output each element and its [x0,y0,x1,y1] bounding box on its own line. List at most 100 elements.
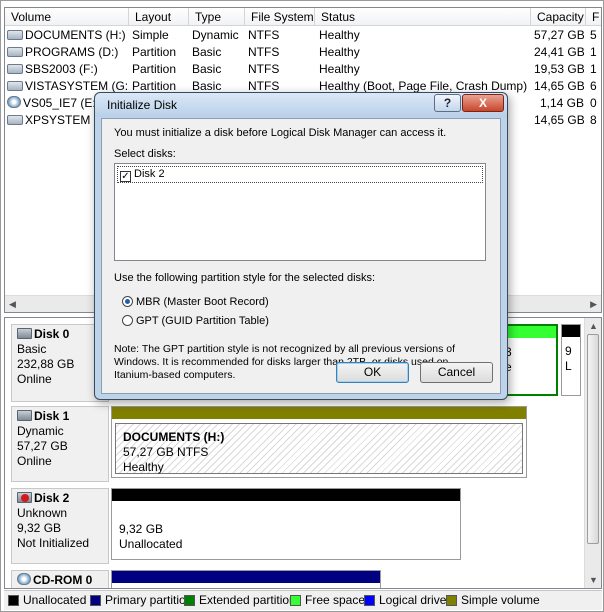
scrollbar-thumb[interactable] [587,334,599,544]
volume-name: DOCUMENTS (H:) [7,27,127,44]
disk-kind: Dynamic [17,424,64,438]
documents-volume[interactable]: DOCUMENTS (H:) 57,27 GB NTFS Healthy [111,406,527,478]
documents-volume-body: DOCUMENTS (H:) 57,27 GB NTFS Healthy [115,423,523,474]
disk-0-primary-partition[interactable]: 9 L [561,324,581,396]
gpt-option-label: GPT (GUID Partition Table) [136,315,269,327]
disk-select-list[interactable]: ✓ Disk 2 [114,163,486,261]
disk-2-unallocated[interactable]: 9,32 GB Unallocated [111,488,461,560]
volume-row[interactable]: SBS2003 (F:) Partition Basic NTFS Health… [5,61,601,78]
legend-swatch [8,595,19,606]
initialize-disk-dialog: Initialize Disk ? X You must initialize … [94,92,508,400]
dialog-title: Initialize Disk [107,98,178,112]
volume-icon [7,64,23,74]
legend-item-extended-partition: Extended partition [184,594,296,607]
cdrom-0-label[interactable]: CD-ROM 0 [11,570,109,588]
ok-button[interactable]: OK [336,362,409,383]
disk-view-vertical-scrollbar[interactable]: ▲ ▼ [584,318,601,588]
cdrom-0-title: CD-ROM 0 [17,573,108,588]
volume-capacity: 24,41 GB [534,45,584,59]
column-header-file-system[interactable]: File System [245,8,315,26]
partition-text-fragment: 9 [565,344,572,358]
select-disks-label: Select disks: [114,148,176,160]
dialog-titlebar[interactable]: Initialize Disk ? X [95,93,507,117]
column-header-layout[interactable]: Layout [129,8,189,26]
legend-label: Logical drive [379,593,447,607]
partition-text-fragment: e [505,360,512,374]
scroll-right-arrow-icon[interactable]: ▶ [590,299,597,310]
volume-row[interactable]: PROGRAMS (D:) Partition Basic NTFS Healt… [5,44,601,61]
legend-label: Free space [305,593,366,607]
disk-state: Not Initialized [17,536,90,550]
cancel-button[interactable]: Cancel [420,362,493,383]
legend-label: Unallocated [23,593,87,607]
disk-size: 57,27 GB [17,439,68,453]
close-button[interactable]: X [462,94,504,112]
volume-name: SBS2003 (F:) [7,61,127,78]
disk-kind: Unknown [17,506,68,520]
disk-icon [17,410,32,421]
volume-layout: Partition [132,45,177,59]
radio-unselected-icon[interactable] [122,315,133,326]
mbr-option[interactable]: MBR (Master Boot Record) [122,295,269,309]
radio-selected-icon[interactable] [122,296,133,307]
volume-type: Basic [192,45,222,59]
dialog-intro-text: You must initialize a disk before Logica… [114,127,447,139]
partition-status: Unallocated [119,537,183,551]
volume-capacity: 14,65 GB [534,79,584,93]
legend-label: Simple volume [461,593,540,607]
disk-name: Disk 0 [34,327,70,341]
partition-text: 3 e [503,339,556,394]
partition-text-fragment: 3 [505,345,512,359]
volume-file-system: NTFS [248,45,280,59]
disk-management-window: Volume Layout Type File System Status Ca… [0,0,604,612]
column-header-free[interactable]: F [586,8,601,26]
volume-status: Healthy [319,62,360,76]
legend-item-free-space: Free space [290,594,365,607]
disk-select-item[interactable]: ✓ Disk 2 [117,166,483,183]
partition-size: 9,32 GB [119,522,164,536]
column-header-status[interactable]: Status [315,8,531,26]
primary-partition-bar [112,571,380,583]
disk-2-title: Disk 2 [17,491,108,506]
cdrom-0-partition[interactable] [111,570,381,588]
volume-free: 1 [590,62,597,76]
gpt-note: Note: The GPT partition style is not rec… [114,343,456,381]
volume-icon [7,115,23,125]
unallocated-bar [112,489,460,501]
scroll-left-arrow-icon[interactable]: ◀ [9,299,16,310]
volume-row[interactable]: DOCUMENTS (H:) Simple Dynamic NTFS Healt… [5,27,601,44]
legend-item-unallocated: Unallocated [8,594,86,607]
volume-layout: Partition [132,62,177,76]
free-space-bar [503,326,556,338]
column-header-type[interactable]: Type [189,8,245,26]
legend-label: Extended partition [199,593,296,607]
scroll-down-arrow-icon[interactable]: ▼ [589,575,598,585]
disk-size: 9,32 GB [17,521,62,535]
help-button[interactable]: ? [434,94,461,112]
scroll-up-arrow-icon[interactable]: ▲ [589,321,598,331]
legend-swatch [364,595,375,606]
disk-2-label[interactable]: Disk 2 Unknown 9,32 GB Not Initialized [11,488,109,564]
dialog-body: You must initialize a disk before Logica… [101,118,501,394]
disk-name: Disk 2 [34,491,70,505]
disk-1-label[interactable]: Disk 1 Dynamic 57,27 GB Online [11,406,109,482]
legend-bar: Unallocated Primary partition Extended p… [4,590,602,610]
volume-capacity: 1,14 GB [539,96,584,110]
volume-capacity: 19,53 GB [534,62,584,76]
unallocated-bar [562,325,580,337]
simple-volume-bar [112,407,526,419]
disk-0-extended-partition[interactable]: 3 e [501,324,558,396]
column-header-capacity[interactable]: Capacity [531,8,586,26]
volume-free: 6 [590,79,597,93]
disk-select-label: Disk 2 [134,168,165,180]
volume-free: 0 [590,96,597,110]
volume-list-header: Volume Layout Type File System Status Ca… [5,8,601,26]
column-header-volume[interactable]: Volume [5,8,129,26]
mbr-option-label: MBR (Master Boot Record) [136,296,269,308]
legend-swatch [446,595,457,606]
volume-capacity: 14,65 GB [534,113,584,127]
dvd-icon [7,96,21,108]
gpt-option[interactable]: GPT (GUID Partition Table) [122,314,269,328]
legend-swatch [290,595,301,606]
checkbox-checked-icon[interactable]: ✓ [120,171,131,182]
